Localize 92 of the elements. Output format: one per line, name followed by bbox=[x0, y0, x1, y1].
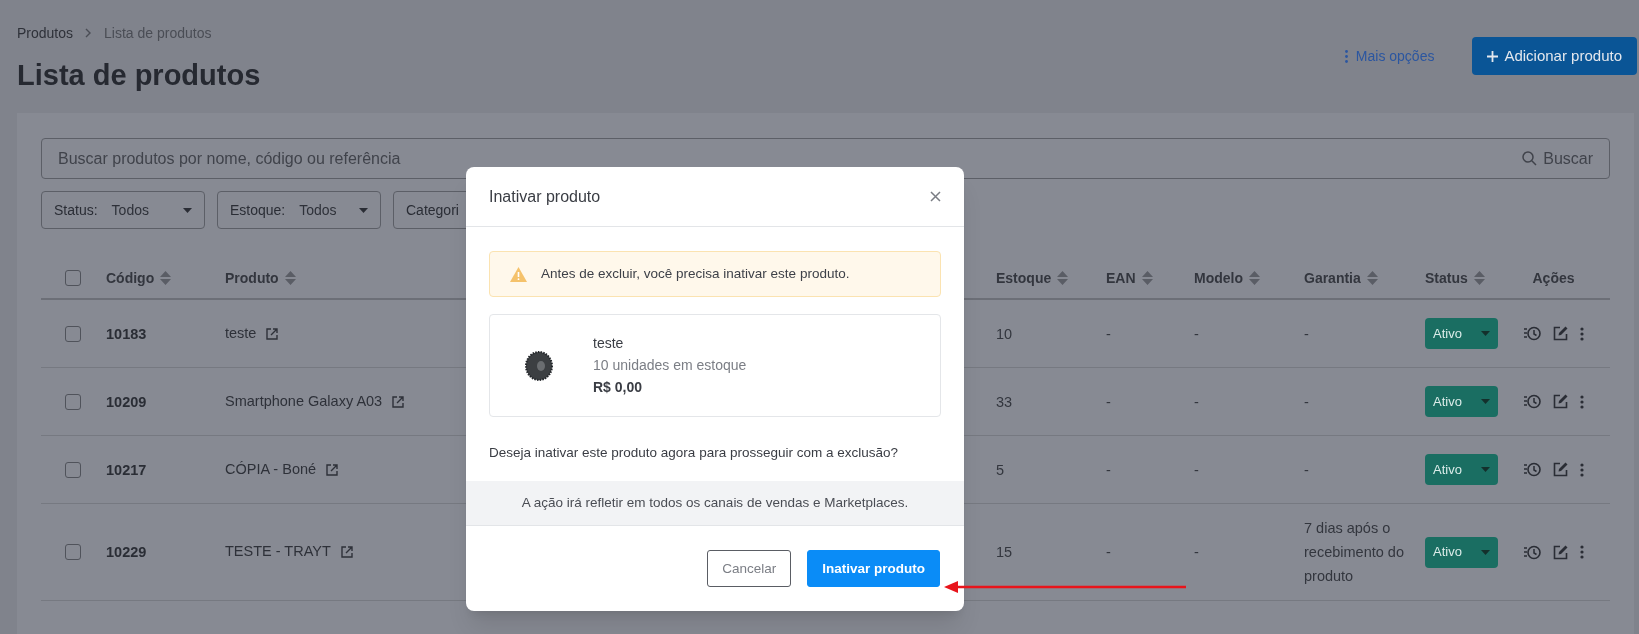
table-cell: - bbox=[1194, 325, 1199, 342]
row-checkbox[interactable] bbox=[64, 393, 81, 410]
edit-icon[interactable] bbox=[1552, 544, 1568, 560]
edit-icon[interactable] bbox=[1552, 326, 1568, 341]
filter-value: Todos bbox=[299, 200, 337, 220]
external-link-icon[interactable] bbox=[326, 463, 339, 476]
filter-dropdown[interactable]: Estoque: Todos bbox=[217, 191, 381, 229]
kebab-icon bbox=[1344, 49, 1348, 63]
caret-down-icon bbox=[1481, 467, 1490, 472]
table-cell: 10217 bbox=[106, 461, 147, 478]
gear-drawing bbox=[525, 350, 553, 381]
dialog-title: Inativar produto bbox=[489, 186, 601, 207]
table-cell: - bbox=[1194, 393, 1199, 410]
table-cell: - bbox=[1304, 461, 1309, 478]
status-dropdown[interactable]: Ativo bbox=[1425, 386, 1498, 417]
kebab-icon[interactable] bbox=[1579, 326, 1584, 341]
table-cell: 7 dias após o recebimento do produto bbox=[1304, 520, 1404, 584]
product-link[interactable]: TESTE - TRAYT bbox=[225, 541, 331, 563]
column-header[interactable]: Estoque bbox=[996, 267, 1052, 289]
plus-icon bbox=[1487, 50, 1499, 62]
caret-down-icon bbox=[1481, 331, 1490, 336]
select-all-checkbox[interactable] bbox=[64, 270, 81, 286]
product-stock: 10 unidades em estoque bbox=[593, 356, 747, 375]
table-cell: 10209 bbox=[106, 393, 147, 410]
caret-down-icon bbox=[359, 207, 368, 213]
table-cell: - bbox=[1106, 544, 1111, 560]
column-header[interactable]: Código bbox=[106, 267, 155, 289]
cancel-button[interactable]: Cancelar bbox=[707, 550, 792, 588]
product-link[interactable]: teste bbox=[225, 322, 257, 345]
table-cell: 10229 bbox=[106, 544, 147, 560]
row-checkbox[interactable] bbox=[64, 461, 81, 478]
column-header[interactable]: Modelo bbox=[1194, 267, 1243, 289]
chevron-right-icon bbox=[85, 28, 93, 38]
table-cell: - bbox=[1106, 393, 1111, 410]
inactivate-button[interactable]: Inativar produto bbox=[807, 550, 940, 588]
caret-down-icon bbox=[1481, 549, 1490, 555]
table-cell: 15 bbox=[996, 544, 1013, 560]
history-icon[interactable] bbox=[1523, 462, 1541, 477]
caret-down-icon bbox=[183, 207, 192, 213]
filter-dropdown[interactable]: Status: Todos bbox=[41, 191, 205, 229]
search-button[interactable]: Buscar bbox=[1522, 146, 1593, 171]
column-header[interactable]: Produto bbox=[225, 267, 279, 289]
row-checkbox[interactable] bbox=[64, 325, 81, 342]
table-cell: 10183 bbox=[106, 325, 147, 342]
table-cell: - bbox=[1106, 461, 1111, 478]
page-title: Lista de produtos bbox=[17, 58, 261, 93]
search-icon bbox=[1522, 151, 1538, 166]
row-checkbox[interactable] bbox=[64, 544, 81, 560]
product-link[interactable]: CÓPIA - Boné bbox=[225, 458, 317, 481]
column-header[interactable]: EAN bbox=[1106, 267, 1136, 289]
history-icon[interactable] bbox=[1523, 326, 1541, 341]
external-link-icon[interactable] bbox=[392, 395, 405, 408]
external-link-icon[interactable] bbox=[340, 546, 353, 558]
table-cell: - bbox=[1194, 461, 1199, 478]
warning-icon bbox=[510, 266, 527, 282]
edit-icon[interactable] bbox=[1552, 394, 1568, 409]
kebab-icon[interactable] bbox=[1579, 394, 1584, 409]
kebab-icon[interactable] bbox=[1579, 545, 1584, 559]
product-name: teste bbox=[593, 334, 625, 353]
close-icon[interactable] bbox=[930, 191, 941, 202]
table-cell: 33 bbox=[996, 393, 1013, 410]
edit-icon[interactable] bbox=[1552, 462, 1568, 477]
status-dropdown[interactable]: Ativo bbox=[1425, 318, 1498, 349]
kebab-icon[interactable] bbox=[1579, 462, 1584, 477]
add-product-button[interactable]: Adicionar produto bbox=[1472, 37, 1637, 75]
table-cell: 10 bbox=[996, 325, 1013, 342]
confirmation-question: Deseja inativar este produto agora para prosseguir com a exclusão? bbox=[489, 444, 899, 462]
status-dropdown[interactable]: Ativo bbox=[1425, 454, 1498, 485]
note-text: A ação irá refletir em todos os canais de vendas e Marketplaces. bbox=[521, 494, 909, 513]
table-cell: - bbox=[1106, 325, 1111, 342]
column-header[interactable]: Status bbox=[1425, 267, 1468, 289]
table-cell: - bbox=[1194, 544, 1199, 560]
column-header[interactable]: Garantia bbox=[1304, 267, 1361, 289]
product-link[interactable]: Smartphone Galaxy A03 bbox=[225, 390, 383, 413]
more-options-link[interactable]: Mais opções bbox=[1344, 45, 1435, 67]
alert-message: Antes de excluir, você precisa inativar este produto. bbox=[541, 264, 850, 283]
table-cell: 5 bbox=[996, 461, 1005, 478]
filter-label: Estoque: bbox=[230, 200, 286, 220]
filter-value: Todos bbox=[111, 200, 149, 220]
product-price: R$ 0,00 bbox=[593, 378, 644, 397]
table-cell: - bbox=[1304, 325, 1309, 342]
filter-label: Categori bbox=[406, 200, 459, 220]
external-link-icon[interactable] bbox=[266, 327, 279, 340]
history-icon[interactable] bbox=[1523, 544, 1541, 560]
history-icon[interactable] bbox=[1523, 394, 1541, 409]
column-header[interactable]: Ações bbox=[1532, 267, 1575, 289]
caret-down-icon bbox=[1481, 399, 1490, 404]
breadcrumb-link[interactable]: Produtos bbox=[17, 22, 74, 44]
table-cell: - bbox=[1304, 393, 1309, 410]
status-dropdown[interactable]: Ativo bbox=[1425, 536, 1498, 568]
filter-label: Status: bbox=[54, 200, 98, 220]
search-placeholder: Buscar produtos por nome, código ou referência bbox=[58, 148, 401, 169]
